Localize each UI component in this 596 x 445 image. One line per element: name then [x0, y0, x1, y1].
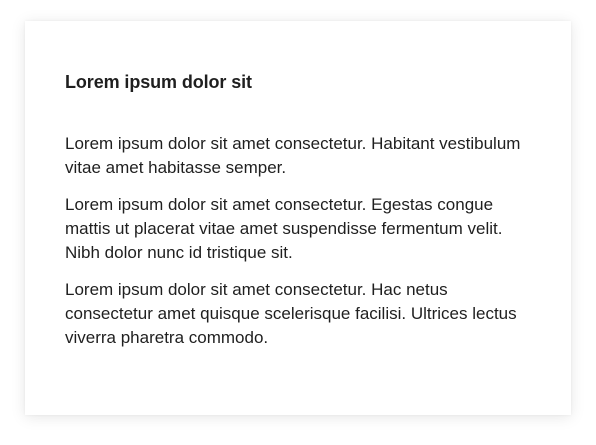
body-paragraph: Lorem ipsum dolor sit amet consectetur. …: [65, 134, 521, 177]
card-title: Lorem ipsum dolor sit: [65, 72, 252, 92]
body-paragraph: Lorem ipsum dolor sit amet consectetur. …: [65, 280, 517, 347]
content-card: Lorem ipsum dolor sit Lorem ipsum dolor …: [25, 21, 571, 415]
body-paragraph: Lorem ipsum dolor sit amet consectetur. …: [65, 195, 503, 262]
card-body: Lorem ipsum dolor sit amet consectetur. …: [65, 132, 531, 350]
